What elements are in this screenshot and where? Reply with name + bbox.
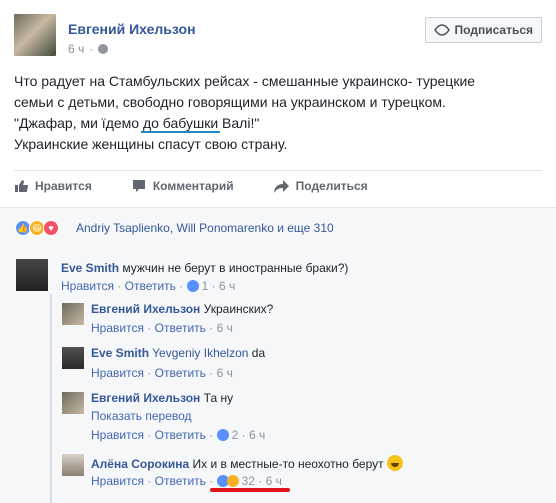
- comment-icon: [132, 180, 145, 192]
- post-meta: 6 ч ·: [68, 42, 109, 56]
- reply-avatar[interactable]: [62, 392, 84, 414]
- actions-top-divider: [14, 170, 542, 171]
- post-text-line-1: Что радует на Стамбульских рейсах - смеш…: [14, 73, 476, 89]
- subscribe-label: Подписаться: [454, 23, 533, 37]
- post-author-avatar[interactable]: [14, 14, 56, 56]
- post-text: Что радует на Стамбульских рейсах - смеш…: [14, 71, 534, 155]
- share-button[interactable]: Поделиться: [273, 179, 368, 193]
- post-actions: Нравится Комментарий Поделиться: [14, 173, 408, 199]
- like-icon: [186, 280, 199, 292]
- post-text-line-4: Украинские женщины спасут свою страну.: [14, 136, 288, 152]
- like-icon: [216, 429, 229, 441]
- post-time[interactable]: 6 ч: [68, 42, 84, 56]
- reply-body: Алёна Сорокина Их и в местные-то неохотн…: [91, 455, 403, 471]
- red-underline-mark: [210, 488, 290, 492]
- highlighted-phrase: до бабушки: [142, 115, 219, 131]
- thumbs-up-icon: [15, 180, 28, 192]
- like-button[interactable]: Нравится: [14, 179, 92, 193]
- reactions-summary[interactable]: 👍 😆 ♥ Andriy Tsaplienko, Will Ponomarenk…: [0, 207, 556, 245]
- reply-body: Евгений Ихельзон Украинских?: [91, 302, 274, 316]
- comment-button[interactable]: Комментарий: [132, 179, 234, 193]
- reply-body: Eve Smith Yevgeniy Ikhelzon da: [91, 346, 266, 360]
- post-text-line-2: семьи с детьми, свободно говорящими на у…: [14, 94, 446, 110]
- reply-avatar[interactable]: [62, 303, 84, 325]
- reply-avatar[interactable]: [62, 347, 84, 369]
- public-globe-icon: [98, 44, 109, 54]
- post-author-name[interactable]: Евгений Ихельзон: [68, 21, 196, 37]
- love-reaction-icon: ♥: [43, 220, 59, 236]
- rss-icon: [433, 24, 450, 36]
- reply-body: Евгений Ихельзон Та ну: [91, 391, 234, 405]
- share-arrow-icon: [273, 179, 289, 193]
- reaction-names[interactable]: Andriy Tsaplienko, Will Ponomarenko и ещ…: [76, 221, 334, 235]
- reply-avatar[interactable]: [62, 454, 84, 476]
- comment-body: Eve Smith мужчин не берут в иностранные …: [61, 261, 349, 275]
- reply-actions: Нравится · Ответить · 32 · 6 ч: [91, 474, 282, 488]
- post-quote-line: "Джафар, ми їдемо до бабушки Валі!": [14, 115, 260, 131]
- reply-actions: Нравится · Ответить · 2 · 6 ч: [91, 428, 266, 442]
- subscribe-button[interactable]: Подписаться: [424, 17, 542, 43]
- haha-icon: [226, 475, 239, 487]
- reply-actions: Нравится · Ответить · 6 ч: [91, 321, 233, 335]
- smile-emoji-icon: [386, 455, 403, 471]
- tagged-user[interactable]: Yevgeniy Ikhelzon: [152, 346, 248, 360]
- reaction-icons: 👍 😆 ♥: [15, 220, 59, 236]
- replies-thread-line: [50, 294, 52, 503]
- translate-link[interactable]: Показать перевод: [91, 409, 192, 423]
- comment-avatar[interactable]: [16, 259, 48, 291]
- comment-actions: Нравится · Ответить · 1 · 6 ч: [61, 279, 236, 293]
- reply-actions: Нравится · Ответить · 6 ч: [91, 366, 233, 380]
